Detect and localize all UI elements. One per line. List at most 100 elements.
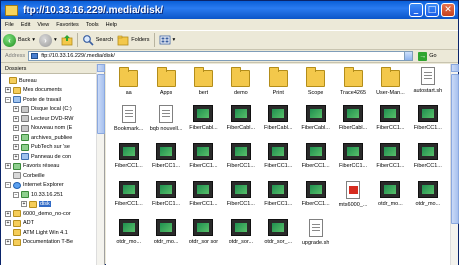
file-item[interactable]: FiberCC1... <box>147 143 184 181</box>
file-item[interactable]: bqb nouvell... <box>147 105 184 143</box>
file-item[interactable]: FiberCabl... <box>334 105 371 143</box>
file-item[interactable]: aa <box>110 67 147 105</box>
file-item[interactable]: FiberCabl... <box>260 105 297 143</box>
folders-scrollbar[interactable] <box>96 64 105 265</box>
tree-expander-icon[interactable]: + <box>21 201 27 208</box>
search-button[interactable]: Search <box>82 34 113 46</box>
tree-item[interactable]: +6000_demo_no-cor <box>1 209 104 219</box>
maximize-button[interactable]: □ <box>425 3 439 17</box>
views-button[interactable]: ▾ <box>159 34 176 46</box>
menu-help[interactable]: Help <box>106 22 117 28</box>
tree-expander-icon[interactable]: + <box>13 153 19 160</box>
file-item[interactable]: FiberCC1... <box>185 181 222 219</box>
tree-item[interactable]: + archives_publiee <box>1 133 104 143</box>
file-item[interactable]: FiberCC1... <box>334 143 371 181</box>
tree-item[interactable]: − Internet Explorer <box>1 181 104 191</box>
tree-expander-icon[interactable]: − <box>13 191 19 198</box>
tree-item[interactable]: Corbeille <box>1 171 104 181</box>
tree-expander-icon[interactable]: + <box>5 87 11 94</box>
file-item[interactable]: autostart.sh <box>409 67 446 105</box>
file-item[interactable]: otdr_sor... <box>222 219 259 257</box>
back-button[interactable]: ‹ Back ▾ <box>3 33 35 47</box>
scroll-up-button[interactable] <box>97 64 105 72</box>
file-item[interactable]: otdr_mo... <box>372 181 409 219</box>
tree-item[interactable]: + disk <box>1 200 104 210</box>
file-item[interactable]: FiberCC1... <box>110 181 147 219</box>
tree-expander-icon[interactable]: + <box>13 115 19 122</box>
file-item[interactable]: Trace4265 <box>334 67 371 105</box>
file-item[interactable]: User-Man... <box>372 67 409 105</box>
go-button[interactable]: → Go <box>418 51 437 61</box>
file-item[interactable]: Print <box>260 67 297 105</box>
chevron-down-icon[interactable]: ▾ <box>173 37 176 43</box>
file-item[interactable]: mts6000_... <box>334 181 371 219</box>
folders-button[interactable]: Folders <box>117 34 150 46</box>
file-item[interactable]: FiberCC1... <box>147 181 184 219</box>
chevron-down-icon[interactable]: ▾ <box>32 37 35 43</box>
tree-expander-icon[interactable]: + <box>13 144 19 151</box>
file-item[interactable]: FiberCC1... <box>372 143 409 181</box>
scroll-thumb[interactable] <box>451 74 459 224</box>
file-item[interactable]: FiberCC1... <box>297 181 334 219</box>
file-item[interactable]: otdr_sor sor <box>185 219 222 257</box>
file-item[interactable]: FiberCC1... <box>110 143 147 181</box>
tree-expander-icon[interactable]: − <box>5 182 11 189</box>
menu-tools[interactable]: Tools <box>86 22 99 28</box>
tree-item[interactable]: + Panneau de con <box>1 152 104 162</box>
address-dropdown-button[interactable] <box>404 51 414 61</box>
file-item[interactable]: bert <box>185 67 222 105</box>
scroll-up-button[interactable] <box>451 64 459 72</box>
file-item[interactable]: otdr_mo... <box>409 181 446 219</box>
file-item[interactable]: FiberCC1... <box>222 143 259 181</box>
tree-expander-icon[interactable]: − <box>5 96 11 103</box>
file-item[interactable]: otdr_mo... <box>147 219 184 257</box>
file-item[interactable]: FiberCC1... <box>409 143 446 181</box>
tree-item[interactable]: ATM Light Win 4.1 <box>1 228 104 238</box>
menu-favorites[interactable]: Favorites <box>56 22 79 28</box>
tree-item[interactable]: − Poste de travail <box>1 95 104 105</box>
menu-edit[interactable]: Edit <box>21 22 30 28</box>
file-item[interactable]: FiberCC1... <box>297 143 334 181</box>
file-item[interactable]: FiberCabl... <box>297 105 334 143</box>
file-item[interactable]: FiberCC1... <box>222 181 259 219</box>
scroll-thumb[interactable] <box>97 74 105 134</box>
file-item[interactable]: Bookmark... <box>110 105 147 143</box>
tree-expander-icon[interactable]: + <box>13 125 19 132</box>
file-item[interactable]: FiberCC1... <box>185 143 222 181</box>
file-view-scrollbar[interactable] <box>450 64 459 265</box>
tree-item[interactable]: + ADT <box>1 219 104 229</box>
file-item[interactable]: otdr_sor_... <box>260 219 297 257</box>
file-item[interactable]: FiberCC1... <box>260 143 297 181</box>
file-item[interactable]: FiberCC1... <box>372 105 409 143</box>
tree-item[interactable]: + Favoris réseau <box>1 162 104 172</box>
file-item[interactable]: upgrade.sh <box>297 219 334 257</box>
file-item[interactable]: Apps <box>147 67 184 105</box>
tree-item[interactable]: + Lecteur DVD-RW <box>1 114 104 124</box>
tree-item[interactable]: − 10.33.16.251 <box>1 190 104 200</box>
file-item[interactable]: FiberCC1... <box>260 181 297 219</box>
tree-item[interactable]: + Mes documents <box>1 86 104 96</box>
tree-item[interactable]: + Nouveau nom (E <box>1 124 104 134</box>
tree-item[interactable]: + Documentation T-Be <box>1 238 104 248</box>
title-bar[interactable]: ftp://10.33.16.229/.media/disk/ _ □ ✕ <box>1 1 458 19</box>
tree-item[interactable]: + Disque local (C:) <box>1 105 104 115</box>
forward-button[interactable]: › ▾ <box>39 33 57 47</box>
file-item[interactable]: FiberCC1... <box>409 105 446 143</box>
tree-expander-icon[interactable]: + <box>13 106 19 113</box>
tree-expander-icon[interactable]: + <box>5 239 11 246</box>
address-input[interactable]: ftp://10.33.16.229/.media/disk/ <box>28 51 406 61</box>
tree-item[interactable]: + PubTech sur 'se <box>1 143 104 153</box>
close-button[interactable]: ✕ <box>441 3 455 17</box>
tree-expander-icon[interactable]: + <box>5 220 11 227</box>
menu-view[interactable]: View <box>37 22 49 28</box>
tree-item[interactable]: Bureau <box>1 76 104 86</box>
file-item[interactable]: FiberCabl... <box>185 105 222 143</box>
minimize-button[interactable]: _ <box>409 3 423 17</box>
file-item[interactable]: Scope <box>297 67 334 105</box>
file-item[interactable]: otdr_mo... <box>110 219 147 257</box>
file-item[interactable]: demo <box>222 67 259 105</box>
tree-expander-icon[interactable]: + <box>5 210 11 217</box>
file-item[interactable]: FiberCabl... <box>222 105 259 143</box>
chevron-down-icon[interactable]: ▾ <box>54 37 57 43</box>
tree-expander-icon[interactable]: + <box>13 134 19 141</box>
